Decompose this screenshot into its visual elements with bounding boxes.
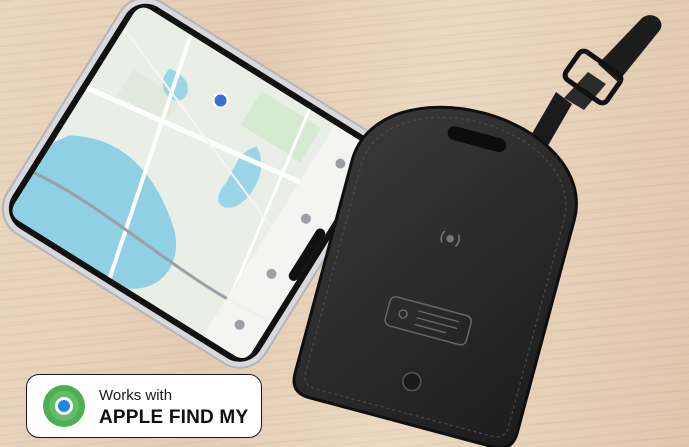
product-photo: Works with APPLE FIND MY <box>0 0 689 447</box>
works-with-find-my-badge: Works with APPLE FIND MY <box>26 374 262 438</box>
find-my-icon <box>43 385 85 427</box>
badge-apple-find-my-text: APPLE FIND MY <box>99 407 249 428</box>
badge-works-with-text: Works with <box>99 387 173 404</box>
